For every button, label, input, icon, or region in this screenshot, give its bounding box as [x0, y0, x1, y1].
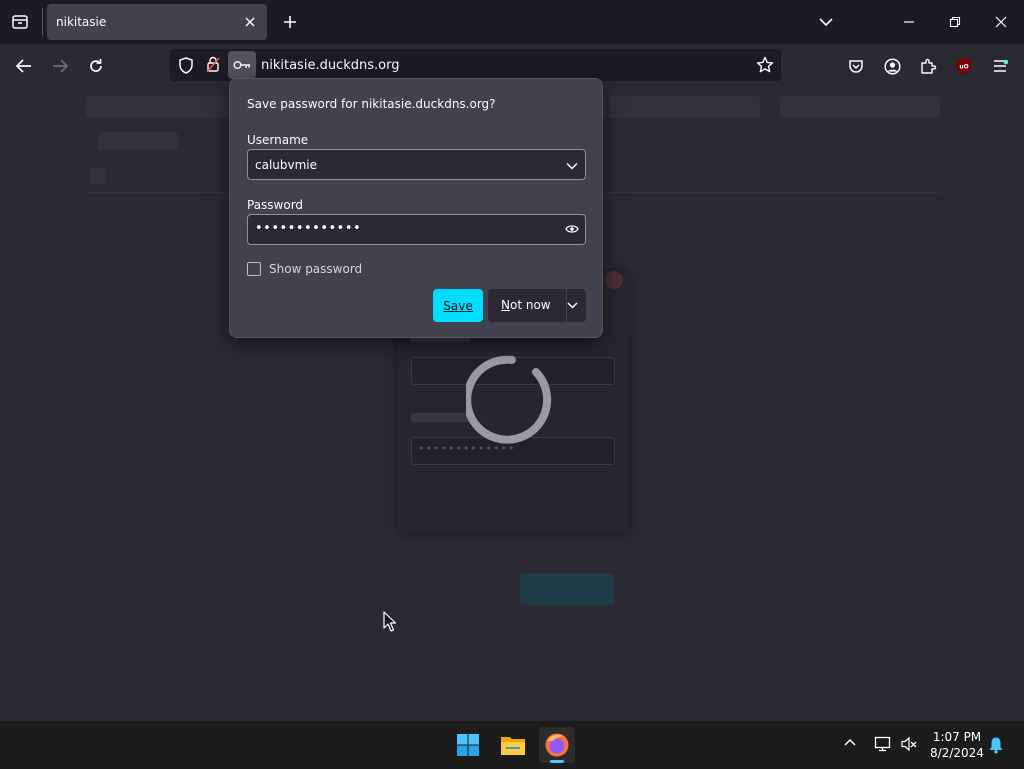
- username-label: Username: [247, 133, 309, 147]
- url-text[interactable]: nikitasie.duckdns.org: [261, 58, 399, 73]
- account-icon[interactable]: [879, 53, 905, 79]
- insecure-lock-icon[interactable]: [206, 56, 220, 76]
- tab-title: nikitasie: [56, 15, 107, 29]
- tab-strip: nikitasie: [0, 0, 1024, 44]
- show-password-checkbox[interactable]: [247, 262, 261, 276]
- minimize-icon[interactable]: [897, 10, 921, 34]
- svg-text:uO: uO: [959, 64, 968, 71]
- save-password-dialog: Save password for nikitasie.duckdns.org?…: [229, 78, 603, 338]
- loading-spinner-icon: [463, 354, 558, 446]
- bookmark-star-icon[interactable]: [756, 56, 774, 77]
- password-value: •••••••••••••: [255, 221, 362, 236]
- list-all-tabs-icon[interactable]: [814, 10, 838, 34]
- reload-icon[interactable]: [83, 53, 109, 79]
- mouse-cursor-icon: [383, 611, 397, 636]
- form-login-button[interactable]: [520, 573, 614, 605]
- form-label-placeholder: [411, 413, 471, 422]
- network-icon[interactable]: [874, 735, 892, 756]
- show-password-label[interactable]: Show password: [269, 262, 362, 276]
- password-field[interactable]: •••••••••••••: [247, 214, 586, 245]
- form-close-icon[interactable]: [605, 271, 623, 289]
- show-hidden-icons-chevron-icon[interactable]: [843, 736, 857, 750]
- username-field[interactable]: calubvmie: [247, 149, 586, 180]
- volume-muted-icon[interactable]: [900, 735, 918, 756]
- back-icon[interactable]: [11, 53, 37, 79]
- page-header-bar: [780, 96, 940, 118]
- tab-divider: [42, 8, 43, 36]
- not-now-label: Not now: [501, 298, 551, 312]
- not-now-dropdown-chevron-icon[interactable]: [564, 297, 580, 313]
- clock-date[interactable]: 8/2/2024: [928, 746, 986, 760]
- taskbar: 1:07 PM 8/2/2024: [0, 720, 1024, 769]
- app-menu-icon[interactable]: [987, 53, 1013, 79]
- username-value: calubvmie: [255, 158, 318, 172]
- firefox-icon[interactable]: [539, 727, 575, 763]
- save-button[interactable]: Save: [433, 289, 483, 322]
- pocket-icon[interactable]: [843, 53, 869, 79]
- reveal-password-eye-icon[interactable]: [565, 223, 579, 238]
- not-now-button[interactable]: Not now: [488, 289, 586, 322]
- notification-bell-icon[interactable]: [988, 736, 1004, 757]
- forward-icon[interactable]: [47, 53, 73, 79]
- password-key-icon[interactable]: [228, 51, 256, 79]
- firefox-view-icon[interactable]: [8, 10, 32, 34]
- url-bar[interactable]: nikitasie.duckdns.org: [170, 49, 781, 81]
- tab-nikitasie[interactable]: nikitasie: [47, 4, 267, 40]
- active-app-indicator: [550, 760, 564, 763]
- dialog-title: Save password for nikitasie.duckdns.org?: [247, 97, 496, 111]
- page-header-bar: [610, 96, 760, 118]
- tab-close-icon[interactable]: [239, 11, 261, 33]
- close-window-icon[interactable]: [989, 10, 1013, 34]
- new-tab-icon[interactable]: [278, 10, 302, 34]
- start-icon[interactable]: [450, 727, 486, 763]
- username-dropdown-chevron-icon[interactable]: [566, 159, 578, 173]
- file-explorer-icon[interactable]: [495, 727, 531, 763]
- page-heading-placeholder: [98, 132, 178, 150]
- ublock-origin-icon[interactable]: uO: [951, 53, 977, 79]
- password-label: Password: [247, 198, 304, 212]
- clock-time[interactable]: 1:07 PM: [928, 730, 986, 744]
- extensions-icon[interactable]: [915, 53, 941, 79]
- restore-icon[interactable]: [943, 10, 967, 34]
- tracking-protection-shield-icon[interactable]: [178, 57, 194, 77]
- page-item-placeholder: [90, 168, 106, 184]
